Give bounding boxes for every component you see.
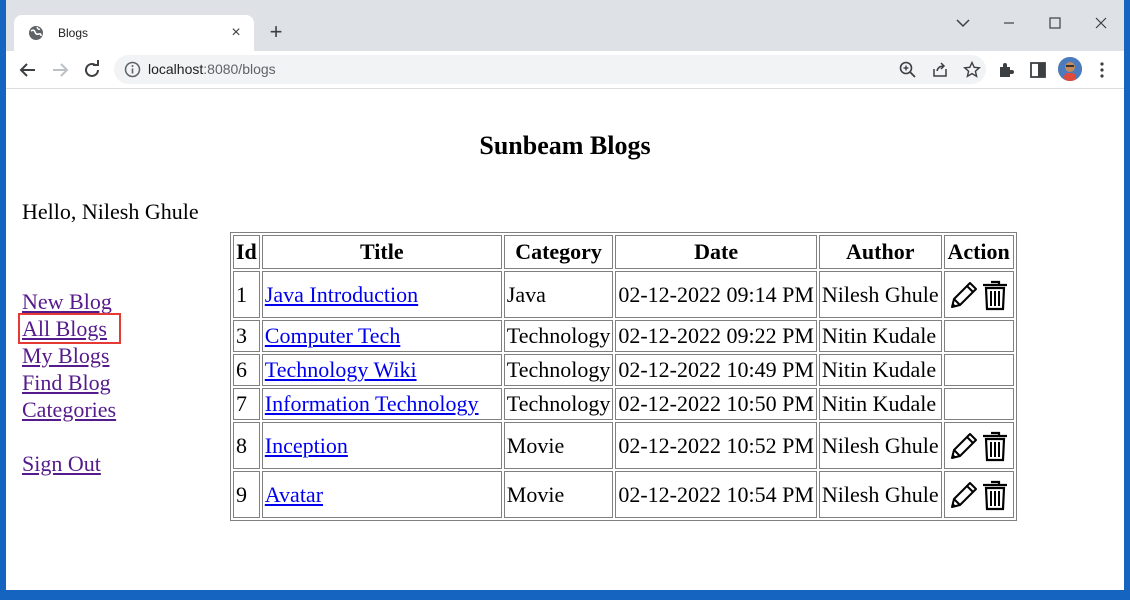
cell-action — [943, 271, 1014, 318]
column-header-title: Title — [261, 235, 502, 269]
cell-author: Nilesh Ghule — [818, 422, 942, 469]
zoom-icon[interactable] — [898, 60, 918, 80]
table-header-row: Id Title Category Date Author Action — [233, 235, 1014, 269]
column-header-action: Action — [943, 235, 1014, 269]
cell-date: 02-12-2022 10:52 PM — [615, 422, 817, 469]
minimize-icon[interactable] — [994, 8, 1024, 38]
reload-icon[interactable] — [80, 58, 104, 82]
cell-action — [943, 422, 1014, 469]
cell-title: Avatar — [261, 471, 502, 518]
cell-date: 02-12-2022 10:50 PM — [615, 388, 817, 420]
page-content: Sunbeam Blogs Hello, Nilesh Ghule New Bl… — [6, 89, 1124, 590]
sidebar-item-all-blogs[interactable]: All Blogs — [18, 313, 121, 344]
cell-author: Nilesh Ghule — [818, 471, 942, 518]
sidebar-nav: New Blog All Blogs My Blogs Find Blog Ca… — [18, 288, 121, 477]
column-header-date: Date — [615, 235, 817, 269]
cell-id: 6 — [233, 354, 260, 386]
table-row: 3 Computer Tech Technology 02-12-2022 09:22… — [233, 320, 1014, 352]
sidebar-item-sign-out[interactable]: Sign Out — [22, 450, 119, 477]
blog-title-link[interactable]: Technology Wiki — [265, 357, 417, 382]
cell-category: Movie — [503, 471, 614, 518]
cell-date: 02-12-2022 10:54 PM — [615, 471, 817, 518]
browser-toolbar: localhost:8080/blogs — [6, 51, 1124, 89]
edit-icon[interactable] — [947, 278, 979, 312]
cell-date: 02-12-2022 10:49 PM — [615, 354, 817, 386]
cell-title: Information Technology — [261, 388, 502, 420]
edit-icon[interactable] — [947, 478, 979, 512]
cell-action — [943, 320, 1014, 352]
cell-title: Java Introduction — [261, 271, 502, 318]
table-row: 8 Inception Movie 02-12-2022 10:52 PM Nilesh… — [233, 422, 1014, 469]
tab-strip: Blogs × + — [6, 0, 1124, 51]
tab-title: Blogs — [58, 26, 89, 40]
trash-icon[interactable] — [979, 478, 1011, 512]
table-row: 1 Java Introduction Java 02-12-2022 09:14 P… — [233, 271, 1014, 318]
column-header-id: Id — [233, 235, 260, 269]
sidebar-item-categories[interactable]: Categories — [22, 396, 119, 423]
sidebar-item-new-blog[interactable]: New Blog — [22, 288, 119, 315]
blog-title-link[interactable]: Computer Tech — [265, 323, 401, 348]
cell-category: Technology — [503, 388, 614, 420]
cell-title: Inception — [261, 422, 502, 469]
close-window-icon[interactable] — [1086, 8, 1116, 38]
page-title: Sunbeam Blogs — [479, 131, 651, 160]
cell-id: 8 — [233, 422, 260, 469]
cell-author: Nitin Kudale — [818, 388, 942, 420]
sidebar-item-my-blogs[interactable]: My Blogs — [22, 342, 119, 369]
trash-icon[interactable] — [979, 278, 1011, 312]
greeting-text: Hello, Nilesh Ghule — [22, 199, 199, 224]
tab-close-icon[interactable]: × — [226, 23, 246, 43]
blog-title-link[interactable]: Java Introduction — [265, 282, 418, 307]
table-row: 6 Technology Wiki Technology 02-12-2022 10:… — [233, 354, 1014, 386]
blog-title-link[interactable]: Information Technology — [265, 391, 479, 416]
maximize-icon[interactable] — [1040, 8, 1070, 38]
back-arrow-icon[interactable] — [16, 58, 40, 82]
cell-action — [943, 354, 1014, 386]
sidebar-item-find-blog[interactable]: Find Blog — [22, 369, 119, 396]
cell-category: Technology — [503, 320, 614, 352]
profile-avatar[interactable] — [1058, 57, 1082, 81]
cell-id: 1 — [233, 271, 260, 318]
cell-id: 9 — [233, 471, 260, 518]
column-header-author: Author — [818, 235, 942, 269]
forward-arrow-icon[interactable] — [48, 58, 72, 82]
cell-category: Java — [503, 271, 614, 318]
extensions-puzzle-icon[interactable] — [995, 59, 1017, 81]
url-text: localhost:8080/blogs — [148, 61, 276, 77]
profile-photo-icon — [1058, 57, 1082, 81]
edit-icon[interactable] — [947, 429, 979, 463]
cell-action — [943, 471, 1014, 518]
cell-category: Technology — [503, 354, 614, 386]
bookmark-star-icon[interactable] — [962, 60, 982, 80]
blog-title-link[interactable]: Inception — [265, 433, 348, 458]
cell-date: 02-12-2022 09:14 PM — [615, 271, 817, 318]
table-row: 9 Avatar Movie 02-12-2022 10:54 PM Nilesh Gh… — [233, 471, 1014, 518]
cell-id: 7 — [233, 388, 260, 420]
browser-tab-blogs[interactable]: Blogs × — [14, 15, 254, 51]
cell-date: 02-12-2022 09:22 PM — [615, 320, 817, 352]
cell-action — [943, 388, 1014, 420]
globe-icon — [29, 26, 43, 40]
tab-search-chevron-icon[interactable] — [948, 8, 978, 38]
trash-icon[interactable] — [979, 429, 1011, 463]
cell-category: Movie — [503, 422, 614, 469]
cell-title: Computer Tech — [261, 320, 502, 352]
side-panel-icon[interactable] — [1027, 59, 1049, 81]
blog-title-link[interactable]: Avatar — [265, 482, 323, 507]
cell-author: Nitin Kudale — [818, 320, 942, 352]
cell-author: Nitin Kudale — [818, 354, 942, 386]
browser-window: Blogs × + localhost:8080/blogs Sunbeam B… — [6, 0, 1124, 590]
table-row: 7 Information Technology Technology 02-12-2… — [233, 388, 1014, 420]
address-bar[interactable]: localhost:8080/blogs — [114, 55, 986, 84]
blogs-table: Id Title Category Date Author Action 1 Ja… — [230, 232, 1017, 521]
new-tab-button[interactable]: + — [264, 20, 288, 44]
share-icon[interactable] — [930, 60, 950, 80]
site-info-icon[interactable] — [124, 61, 141, 78]
column-header-category: Category — [503, 235, 614, 269]
cell-author: Nilesh Ghule — [818, 271, 942, 318]
more-menu-icon[interactable] — [1091, 59, 1113, 81]
cell-id: 3 — [233, 320, 260, 352]
cell-title: Technology Wiki — [261, 354, 502, 386]
